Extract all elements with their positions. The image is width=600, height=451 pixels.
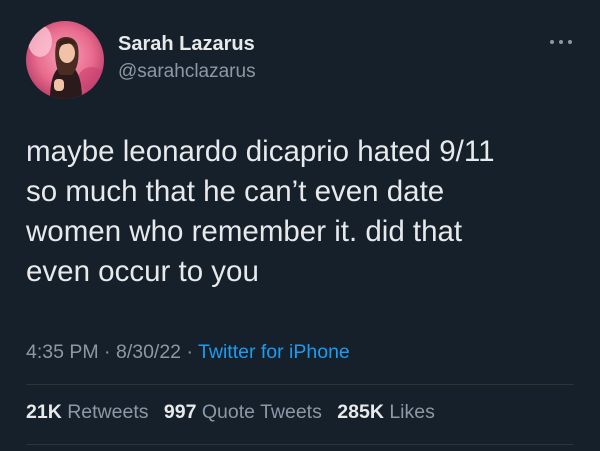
meta-separator: ·: [104, 341, 111, 363]
divider: [26, 444, 574, 445]
avatar-image: [26, 21, 104, 99]
tweet-text-line: so much that he can’t even date: [26, 175, 445, 208]
quote-tweets-label: Quote Tweets: [201, 401, 322, 423]
tweet-text-line: even occur to you: [26, 255, 259, 288]
author-name[interactable]: Sarah Lazarus: [118, 33, 255, 56]
quote-tweets-count: 997: [163, 401, 197, 423]
tweet-text-line: women who remember it. did that: [26, 215, 463, 248]
tweet-date[interactable]: 8/30/22: [116, 341, 181, 363]
tweet-text: maybe leonardo dicaprio hated 9/11 so mu…: [26, 132, 586, 292]
likes-label: Likes: [389, 401, 435, 423]
author-handle[interactable]: @sarahclazarus: [118, 61, 256, 83]
tweet-source-link[interactable]: Twitter for iPhone: [198, 341, 350, 363]
quote-tweets-stat[interactable]: 997 Quote Tweets: [164, 401, 322, 423]
meta-separator: ·: [186, 341, 193, 363]
tweet-text-line: maybe leonardo dicaprio hated 9/11: [26, 135, 495, 168]
likes-count: 285K: [337, 401, 384, 423]
retweets-count: 21K: [26, 401, 62, 423]
more-horizontal-icon[interactable]: [548, 34, 574, 50]
tweet-time[interactable]: 4:35 PM: [26, 341, 99, 363]
likes-stat[interactable]: 285K Likes: [337, 401, 435, 423]
avatar[interactable]: [26, 21, 104, 99]
retweets-stat[interactable]: 21K Retweets: [26, 401, 149, 423]
retweets-label: Retweets: [67, 401, 149, 423]
divider: [26, 384, 574, 385]
engagement-stats: 21K Retweets 997 Quote Tweets 285K Likes: [26, 401, 445, 424]
tweet-card: Sarah Lazarus @sarahclazarus maybe leona…: [0, 0, 600, 451]
tweet-meta: 4:35 PM · 8/30/22 · Twitter for iPhone: [26, 341, 350, 364]
